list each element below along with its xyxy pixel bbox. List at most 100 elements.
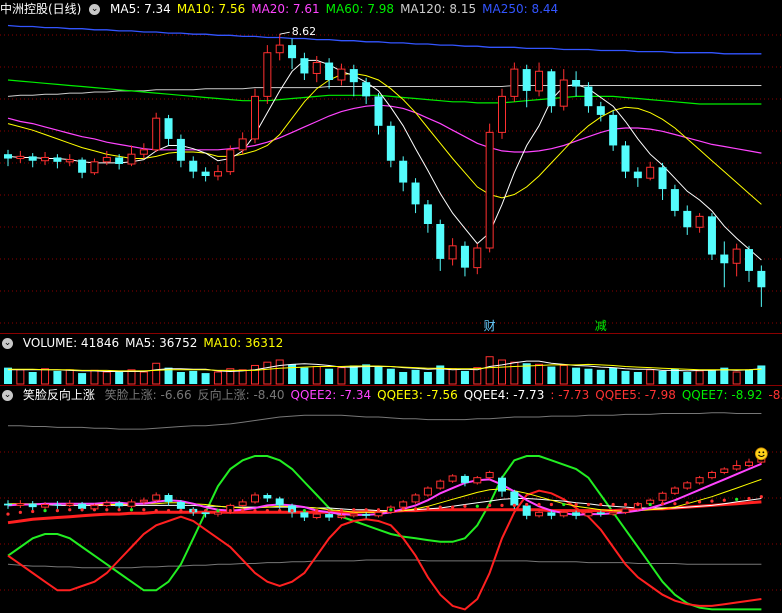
volume-bar	[485, 356, 494, 385]
indicator-dot	[623, 502, 628, 507]
indicator-dot	[401, 507, 405, 511]
price-candle	[683, 205, 692, 235]
volume-bar	[189, 370, 198, 384]
price-candle	[633, 167, 642, 187]
volume-bar	[547, 366, 556, 384]
price-candle	[78, 157, 87, 179]
indicator-candle	[65, 500, 74, 508]
price-candle	[646, 161, 655, 181]
price-candle	[288, 38, 297, 70]
indicator-dot	[117, 508, 121, 512]
volume-bar	[448, 368, 457, 385]
price-candle	[745, 245, 753, 282]
price-candle	[251, 88, 259, 144]
indicator-dot	[43, 509, 47, 513]
price-candle	[65, 154, 74, 167]
price-candle	[176, 134, 185, 168]
price-candle	[300, 52, 309, 80]
marker-jian[interactable]: 减	[595, 319, 607, 333]
volume-bar	[633, 372, 642, 384]
price-candle	[436, 219, 445, 271]
price-candle	[584, 82, 593, 113]
indicator-dot	[290, 509, 294, 513]
high-marker-arrow	[279, 31, 290, 35]
indicator-candle	[745, 458, 753, 468]
indicator-dot	[129, 508, 134, 512]
indicator-dot	[105, 508, 109, 512]
marker-cai[interactable]: 财	[484, 319, 496, 333]
indicator-dot	[80, 508, 84, 512]
indicator-dot	[525, 502, 529, 507]
volume-bar	[423, 372, 432, 384]
indicator-dot	[735, 497, 739, 501]
indicator-dot	[31, 509, 35, 514]
volume-bar	[695, 370, 704, 385]
volume-bar	[90, 369, 99, 385]
volume-bar	[152, 362, 161, 385]
price-candle	[263, 45, 272, 104]
indicator-dot	[451, 505, 455, 509]
indicator-dot	[166, 509, 171, 513]
price-candle	[399, 156, 408, 192]
indicator-dot	[438, 505, 442, 509]
indicator-dot	[191, 509, 195, 513]
volume-bar	[238, 369, 247, 385]
indicator-dot	[599, 502, 603, 507]
indicator-dot	[68, 508, 72, 512]
indicator-dot	[475, 504, 479, 508]
volume-bar	[28, 372, 37, 384]
indicator-candle	[535, 510, 544, 518]
price-candle	[28, 153, 37, 168]
indicator-candle	[670, 486, 679, 495]
indicator-candle	[362, 512, 371, 519]
volume-bar	[572, 367, 581, 384]
price-candle	[535, 62, 544, 97]
indicator-dot	[426, 506, 430, 510]
volume-bar	[176, 372, 185, 384]
volume-bar	[399, 372, 408, 384]
indicator-dot	[228, 509, 232, 513]
indicator-candle	[152, 492, 161, 502]
ma10-line	[7, 72, 762, 205]
price-candle	[559, 69, 568, 111]
volume-bar	[460, 370, 469, 384]
price-candle	[448, 238, 457, 266]
price-candle	[238, 132, 247, 155]
indicator-dot	[204, 509, 208, 513]
price-candle	[337, 63, 346, 86]
price-candle	[374, 93, 383, 135]
volume-bar	[213, 371, 222, 385]
price-candle	[16, 150, 25, 163]
indicator-dot	[660, 502, 665, 506]
price-candle	[695, 213, 704, 233]
indicator-dot	[710, 499, 714, 503]
price-candle	[707, 213, 716, 260]
price-candle	[757, 265, 766, 307]
ma120-line	[7, 85, 762, 97]
indicator-dot	[685, 501, 689, 505]
indicator-dot	[413, 507, 418, 511]
volume-bar	[102, 371, 111, 385]
indicator-candle	[707, 470, 716, 480]
indicator-candle	[485, 470, 494, 480]
indicator-dot	[92, 508, 97, 512]
ma250-line	[7, 24, 762, 55]
indicator-dot	[253, 509, 257, 513]
volume-bar	[559, 364, 568, 385]
qqee7-line	[7, 455, 762, 611]
volume-bar	[411, 369, 420, 384]
price-candle	[90, 158, 99, 175]
volume-bar	[683, 372, 692, 384]
volume-bar	[670, 368, 679, 384]
indicator-candle	[16, 500, 25, 508]
indicator-dot	[364, 508, 368, 512]
volume-bar	[201, 373, 210, 384]
volume-bar	[584, 368, 593, 384]
indicator-candle	[695, 475, 704, 485]
indicator-dot	[278, 509, 282, 513]
price-candle	[362, 77, 371, 104]
volume-chart	[4, 356, 766, 385]
indicator-candle	[411, 493, 420, 504]
high-price-label: 8.62	[292, 25, 317, 38]
indicator-candle	[127, 499, 136, 508]
